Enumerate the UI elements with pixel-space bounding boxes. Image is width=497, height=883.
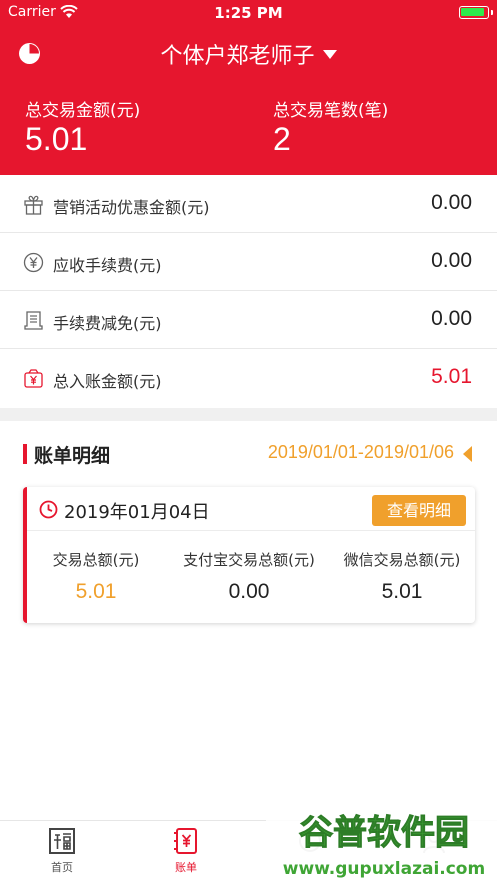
- fu-home-icon: [49, 828, 75, 854]
- stat-alipay: 支付宝交易总额(元) 0.00: [174, 549, 324, 604]
- watermark-logo: 谷普软件园 www.gupuxlazai.com: [266, 802, 497, 883]
- stat-wechat: 微信交易总额(元) 5.01: [327, 549, 477, 604]
- yen-coin-icon: [23, 252, 44, 273]
- fee-value: 0.00: [431, 191, 472, 214]
- section-marker: [23, 444, 27, 464]
- fee-row-marketing-discount: 营销活动优惠金额(元) 0.00: [0, 175, 497, 233]
- fee-value: 0.00: [431, 307, 472, 330]
- watermark-text: 谷普软件园: [299, 813, 469, 853]
- status-bar: Carrier 1:25 PM: [0, 0, 497, 26]
- triangle-left-icon[interactable]: [463, 446, 472, 462]
- bill-detail-title: 账单明细: [34, 445, 111, 467]
- bill-date: 2019年01月04日: [64, 502, 210, 523]
- stat-total: 交易总额(元) 5.01: [21, 549, 171, 604]
- tab-bill[interactable]: 账单: [124, 826, 248, 875]
- fee-label: 营销活动优惠金额(元): [53, 198, 210, 217]
- tab-label: 账单: [175, 861, 197, 874]
- fee-value: 5.01: [431, 365, 472, 388]
- fee-row-receivable-fee: 应收手续费(元) 0.00: [0, 233, 497, 291]
- fee-row-fee-waiver: 手续费减免(元) 0.00: [0, 291, 497, 349]
- clock-icon: [39, 500, 58, 519]
- money-bag-icon: [24, 369, 43, 388]
- shop-selector[interactable]: 个体户郑老师子: [0, 38, 497, 70]
- tab-home[interactable]: 首页: [0, 826, 124, 875]
- view-detail-button[interactable]: 查看明细: [372, 495, 466, 526]
- fee-value: 0.00: [431, 249, 472, 272]
- stat-label: 微信交易总额(元): [343, 551, 461, 569]
- stat-value: 5.01: [381, 580, 423, 603]
- fee-label: 总入账金额(元): [53, 372, 162, 391]
- bill-card-header: 2019年01月04日 查看明细: [27, 487, 475, 531]
- total-amount-value: 5.01: [25, 121, 88, 157]
- stat-label: 交易总额(元): [52, 551, 140, 569]
- total-count-label: 总交易笔数(笔): [273, 101, 389, 121]
- stat-value: 0.00: [228, 580, 270, 603]
- battery-icon: [459, 6, 493, 19]
- bill-card[interactable]: 2019年01月04日 查看明细 交易总额(元) 5.01 支付宝交易总额(元)…: [23, 487, 475, 623]
- receipt-icon: [24, 311, 43, 330]
- fee-list: 营销活动优惠金额(元) 0.00 应收手续费(元) 0.00 手续费减免(元) …: [0, 175, 497, 407]
- stat-value: 5.01: [75, 580, 117, 603]
- shop-name: 个体户郑老师子: [160, 44, 315, 69]
- tab-label: 首页: [51, 861, 73, 874]
- bill-detail-header: 账单明细 2019/01/01-2019/01/06: [0, 421, 497, 485]
- date-range-selector[interactable]: 2019/01/01-2019/01/06: [268, 442, 454, 463]
- watermark-url: www.gupuxlazai.com: [283, 859, 485, 879]
- stat-label: 支付宝交易总额(元): [183, 551, 315, 569]
- total-count-value: 2: [273, 121, 291, 157]
- total-amount-label: 总交易金额(元): [25, 101, 141, 121]
- section-divider: [0, 408, 497, 421]
- fee-label: 应收手续费(元): [53, 256, 162, 275]
- gift-icon: [24, 195, 43, 215]
- bill-icon: [174, 828, 197, 854]
- fee-label: 手续费减免(元): [53, 314, 162, 333]
- fee-row-total-credited: 总入账金额(元) 5.01: [0, 349, 497, 407]
- header: Carrier 1:25 PM 个体户郑老师子 总交易金额(元) 5.01 总交…: [0, 0, 497, 175]
- caret-down-icon: [322, 49, 337, 59]
- status-time: 1:25 PM: [214, 4, 283, 22]
